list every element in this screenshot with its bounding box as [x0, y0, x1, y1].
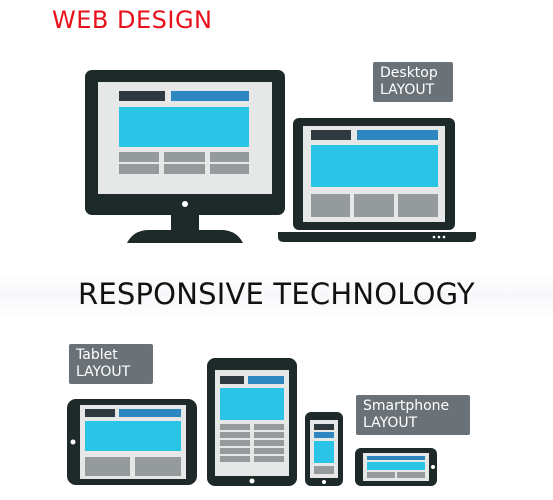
tablet-tag-line2: LAYOUT — [76, 364, 131, 380]
desktop-tag-line2: LAYOUT — [380, 82, 435, 98]
tablet-landscape-icon — [67, 399, 197, 485]
tablet-portrait-icon — [207, 358, 297, 486]
smartphone-layout-tag: Smartphone LAYOUT — [356, 395, 470, 435]
smartphone-portrait-icon — [305, 412, 343, 486]
tablet-layout-tag: Tablet LAYOUT — [69, 344, 153, 384]
smartphone-tag-line2: LAYOUT — [363, 415, 418, 431]
desktop-tag-line1: Desktop — [380, 65, 438, 81]
page-subtitle: RESPONSIVE TECHNOLOGY — [78, 277, 475, 311]
smartphone-tag-line1: Smartphone — [363, 398, 450, 414]
tablet-tag-line1: Tablet — [76, 347, 118, 363]
desktop-monitor-icon — [85, 70, 285, 243]
laptop-icon — [278, 118, 476, 242]
desktop-layout-tag: Desktop LAYOUT — [373, 62, 453, 102]
page-title: WEB DESIGN — [52, 6, 213, 34]
smartphone-landscape-icon — [355, 448, 437, 486]
